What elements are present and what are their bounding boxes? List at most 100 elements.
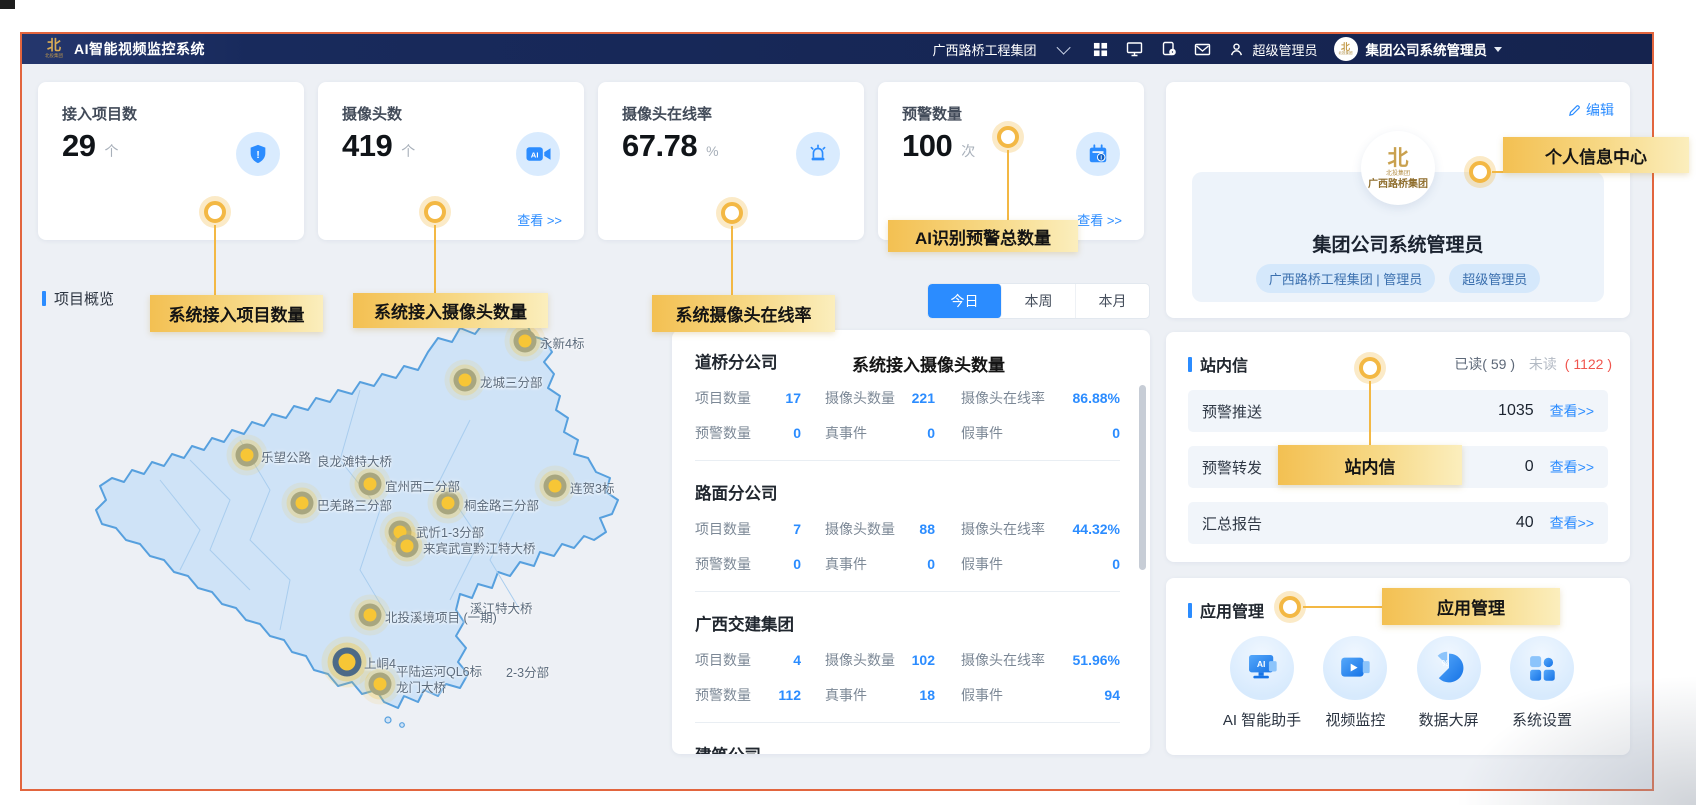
profile-name: 集团公司系统管理员 bbox=[1192, 230, 1604, 257]
unread-label[interactable]: 未读 bbox=[1529, 356, 1557, 372]
stat-label: 真事件 bbox=[825, 423, 867, 443]
map-marker[interactable] bbox=[369, 673, 392, 696]
company-section: 道桥分公司 项目数量17 摄像头数量221 摄像头在线率86.88% 预警数量0… bbox=[672, 330, 1150, 443]
app-video-monitor[interactable]: 视频监控 bbox=[1309, 636, 1401, 730]
view-link[interactable]: 查看 >> bbox=[517, 210, 562, 229]
annotation-messages: 站内信 bbox=[1278, 445, 1462, 485]
stat-label: 摄像头在线率 bbox=[961, 519, 1045, 539]
stat-label: 摄像头在线率 bbox=[961, 388, 1045, 408]
stat-value: 67.78 bbox=[622, 128, 697, 164]
role-label[interactable]: 超级管理员 bbox=[1252, 40, 1317, 59]
map-marker[interactable] bbox=[236, 444, 259, 467]
annotation-line bbox=[1369, 381, 1371, 445]
profile-card: 编辑 北 北投集团 广西路桥集团 集团公司系统管理员 广西路桥工程集团 | 管理… bbox=[1166, 82, 1630, 318]
stat-value: 0 bbox=[793, 425, 801, 441]
section-bar bbox=[1188, 603, 1192, 618]
map-marker[interactable] bbox=[359, 473, 382, 496]
message-count: 1035 bbox=[1498, 402, 1534, 420]
map-marker-label: 连贺3标 bbox=[570, 478, 614, 497]
svg-text:AI: AI bbox=[530, 150, 538, 159]
read-count[interactable]: 已读( 59 ) bbox=[1454, 356, 1515, 372]
stat-value: 419 bbox=[342, 128, 392, 164]
annotation-camera-count: 系统接入摄像头数量 bbox=[353, 293, 548, 328]
app-ai-assistant[interactable]: AI AI 智能助手 bbox=[1216, 636, 1308, 730]
view-link[interactable]: 查看>> bbox=[1550, 457, 1594, 477]
avatar-line2: 广西路桥集团 bbox=[1368, 179, 1428, 191]
app-label: 数据大屏 bbox=[1403, 709, 1495, 730]
stat-label: 项目数量 bbox=[695, 388, 751, 408]
avatar[interactable]: 北 北投集团 bbox=[1334, 37, 1358, 61]
map-marker[interactable] bbox=[544, 475, 567, 498]
org-selector[interactable]: 广西路桥工程集团 bbox=[932, 40, 1070, 59]
dashboard-screenshot: 北 北投集团 AI智能视频监控系统 广西路桥工程集团 超级管理员 北 北投集团 bbox=[0, 0, 1696, 805]
map-marker-label: 桐金路三分部 bbox=[464, 495, 539, 514]
message-row-alert-push[interactable]: 预警推送 1035 查看>> bbox=[1188, 390, 1608, 432]
annotation-line bbox=[1303, 606, 1382, 608]
map-marker-label: 北投溪境项目 (一期) bbox=[385, 607, 497, 626]
user-icon[interactable] bbox=[1228, 41, 1245, 58]
company-name: 路面分公司 bbox=[695, 480, 1120, 504]
message-label: 预警转发 bbox=[1202, 457, 1262, 478]
stat-unit: % bbox=[706, 143, 718, 159]
top-navbar: 北 北投集团 AI智能视频监控系统 广西路桥工程集团 超级管理员 北 北投集团 bbox=[22, 34, 1652, 64]
stat-value: 18 bbox=[919, 687, 935, 703]
stat-value: 0 bbox=[927, 556, 935, 572]
stat-label: 预警数量 bbox=[695, 554, 751, 574]
app-label: 视频监控 bbox=[1309, 709, 1401, 730]
stat-card-title: 摄像头在线率 bbox=[622, 103, 712, 124]
company-section: 建筑公司 项目数量1 摄像头数量8 摄像头在线率0% bbox=[672, 723, 1150, 754]
stat-value: 0 bbox=[793, 556, 801, 572]
message-row-summary-report[interactable]: 汇总报告 40 查看>> bbox=[1188, 502, 1608, 544]
tab-this-month[interactable]: 本月 bbox=[1076, 284, 1149, 318]
annotation-project-count: 系统接入项目数量 bbox=[150, 295, 323, 332]
user-menu[interactable]: 集团公司系统管理员 bbox=[1366, 39, 1503, 59]
map-marker[interactable] bbox=[359, 604, 382, 627]
message-label: 预警推送 bbox=[1202, 401, 1262, 422]
stat-label: 项目数量 bbox=[695, 650, 751, 670]
annotation-dot bbox=[1469, 161, 1491, 183]
stat-value: 0 bbox=[1112, 556, 1120, 572]
message-count: 0 bbox=[1525, 458, 1534, 476]
map-marker[interactable] bbox=[454, 369, 477, 392]
grid-apps-icon[interactable] bbox=[1092, 41, 1109, 58]
scrollbar[interactable] bbox=[1139, 385, 1146, 570]
edit-label[interactable]: 编辑 bbox=[1586, 100, 1614, 120]
stat-value: 221 bbox=[912, 390, 935, 406]
view-link[interactable]: 查看>> bbox=[1550, 513, 1594, 533]
app-system-settings[interactable]: 系统设置 bbox=[1496, 636, 1588, 730]
device-settings-icon[interactable] bbox=[1160, 41, 1177, 58]
stat-value: 102 bbox=[912, 652, 935, 668]
stat-value: 94 bbox=[1104, 687, 1120, 703]
mail-icon[interactable] bbox=[1194, 41, 1211, 58]
monitor-icon[interactable] bbox=[1126, 41, 1143, 58]
company-section: 广西交建集团 项目数量4 摄像头数量102 摄像头在线率51.96% 预警数量1… bbox=[672, 592, 1150, 705]
app-data-screen[interactable]: % 数据大屏 bbox=[1403, 636, 1495, 730]
avatar-glyph: 北 bbox=[1388, 146, 1409, 170]
edit-button[interactable]: 编辑 bbox=[1568, 100, 1614, 120]
tab-today[interactable]: 今日 bbox=[928, 284, 1002, 318]
annotation-panel-camera-count: 系统接入摄像头数量 bbox=[852, 351, 1005, 376]
stat-unit: 个 bbox=[104, 141, 118, 161]
view-link[interactable]: 查看>> bbox=[1550, 401, 1594, 421]
tab-this-week[interactable]: 本周 bbox=[1002, 284, 1076, 318]
annotation-alert-total: AI识别预警总数量 bbox=[888, 220, 1078, 252]
annotation-dot bbox=[204, 201, 226, 223]
stat-label: 假事件 bbox=[961, 423, 1003, 443]
stat-label: 预警数量 bbox=[695, 685, 751, 705]
view-link[interactable]: 查看 >> bbox=[1077, 210, 1122, 229]
video-monitor-icon bbox=[1323, 636, 1387, 700]
user-menu-label[interactable]: 集团公司系统管理员 bbox=[1366, 39, 1488, 59]
map-marker[interactable] bbox=[333, 648, 362, 677]
map-marker[interactable] bbox=[514, 330, 537, 353]
map-marker[interactable] bbox=[291, 492, 314, 515]
avatar-sub: 北投集团 bbox=[1339, 52, 1353, 56]
unread-count[interactable]: ( 1122 ) bbox=[1565, 356, 1612, 372]
system-settings-icon bbox=[1510, 636, 1574, 700]
company-stats-panel: 道桥分公司 项目数量17 摄像头数量221 摄像头在线率86.88% 预警数量0… bbox=[672, 330, 1150, 754]
org-selector-value[interactable]: 广西路桥工程集团 bbox=[932, 40, 1036, 59]
stat-card-projects: 接入项目数 29个 ! bbox=[38, 82, 304, 240]
stat-value: 51.96% bbox=[1073, 652, 1120, 668]
stat-value: 88 bbox=[919, 521, 935, 537]
profile-avatar[interactable]: 北 北投集团 广西路桥集团 bbox=[1361, 131, 1435, 205]
shield-alert-icon: ! bbox=[236, 132, 280, 176]
